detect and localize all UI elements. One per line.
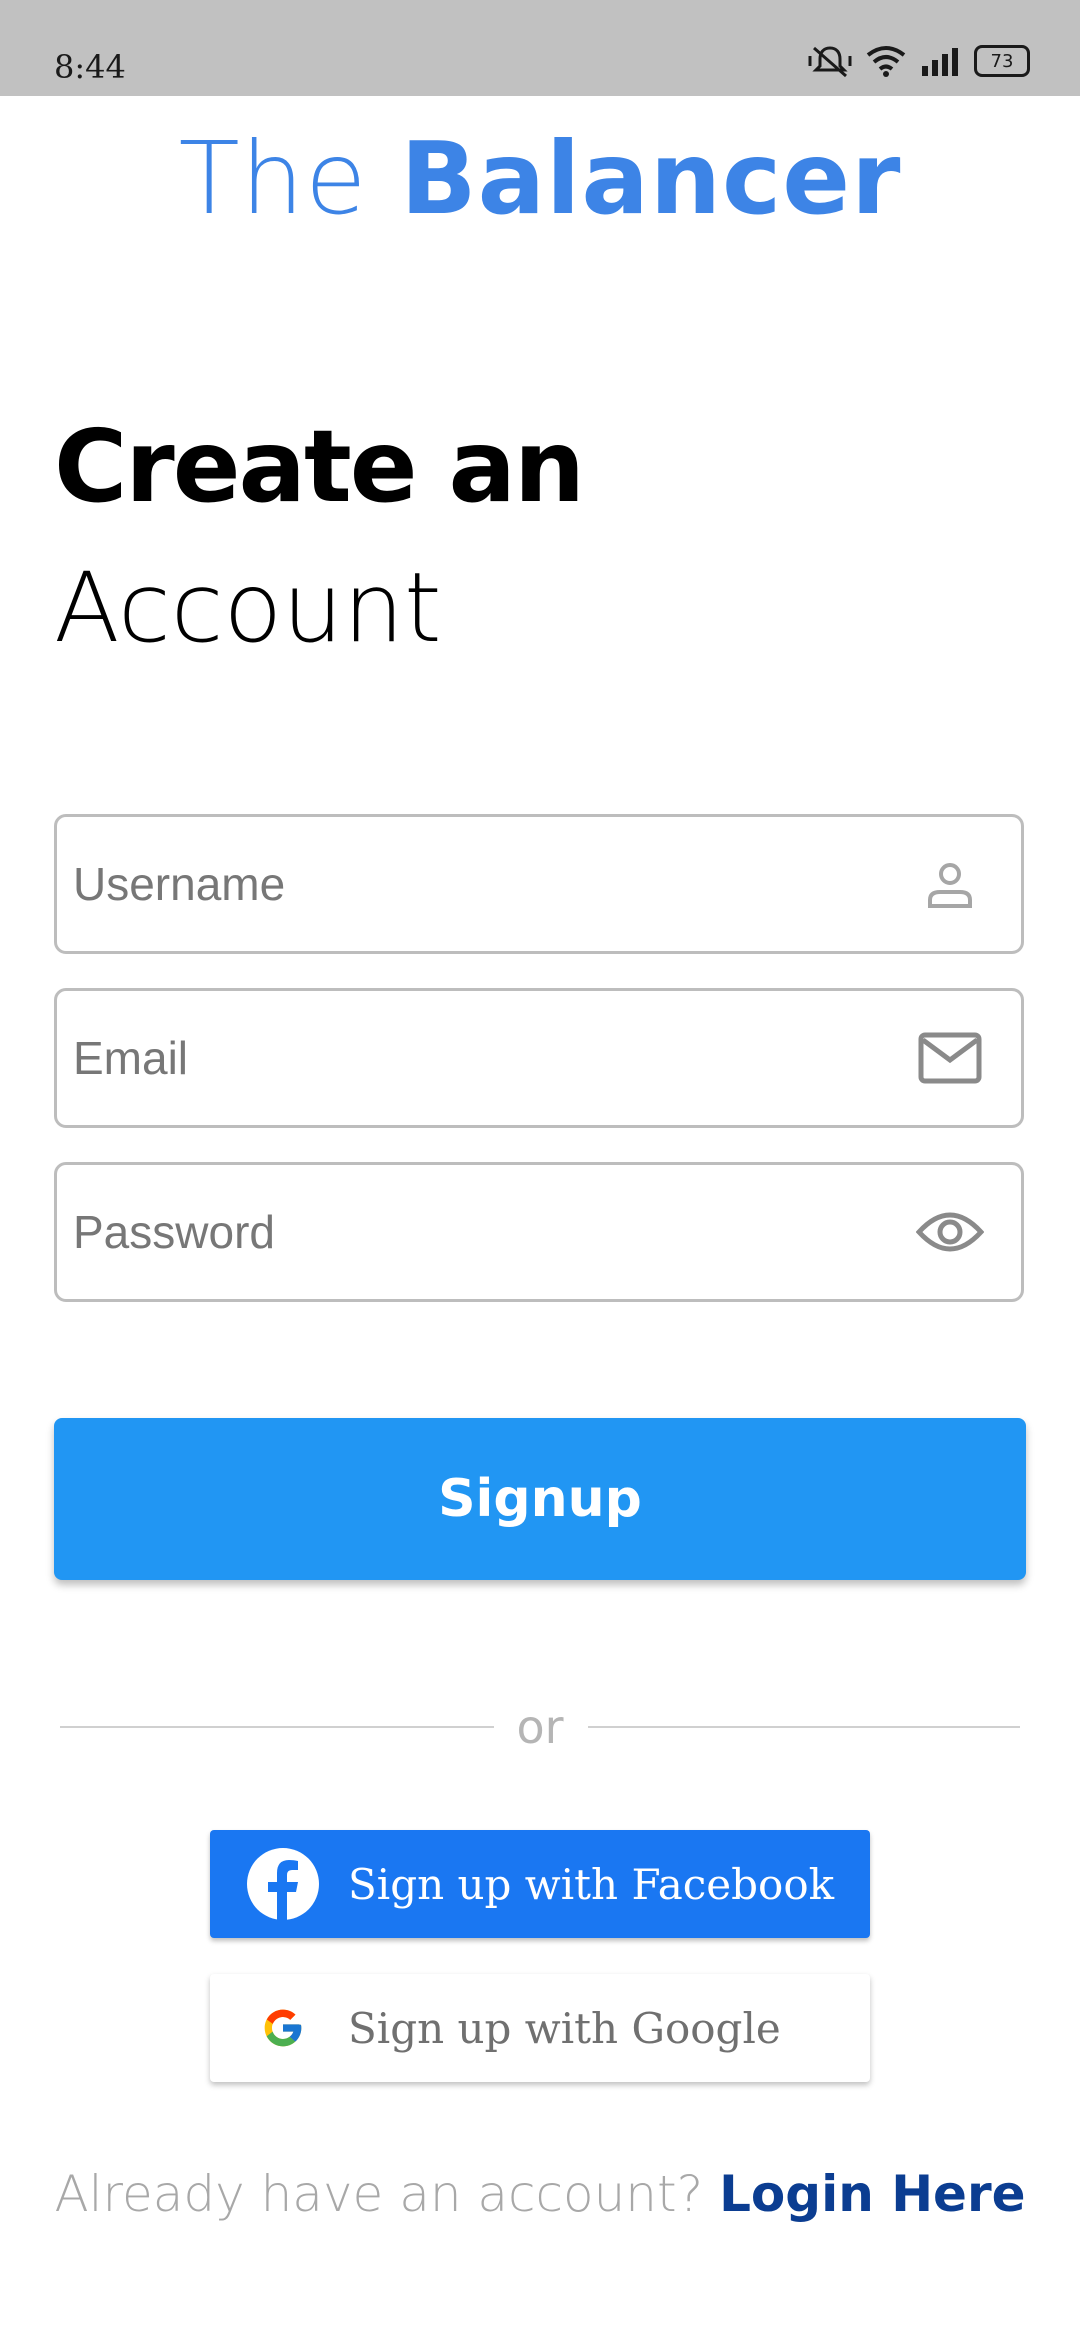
google-icon [228, 2006, 338, 2050]
username-field[interactable] [54, 814, 1024, 954]
facebook-signup-label: Sign up with Facebook [348, 1859, 835, 1909]
divider-right [588, 1726, 1020, 1728]
google-signup-button[interactable]: Sign up with Google [210, 1974, 870, 2082]
app-title-bold: Balancer [400, 120, 902, 237]
email-field[interactable] [54, 988, 1024, 1128]
password-input[interactable] [71, 1204, 915, 1260]
page-heading-line1: Create an [54, 408, 585, 525]
status-bar: 8:44 73 [0, 0, 1080, 96]
google-signup-label: Sign up with Google [348, 2003, 781, 2053]
email-input[interactable] [71, 1030, 915, 1086]
page-heading-line2: Account [54, 552, 442, 664]
login-prompt-row: Already have an account? Login Here [0, 2165, 1080, 2223]
mute-bell-icon [808, 44, 852, 78]
facebook-icon [228, 1847, 338, 1921]
login-prompt-text: Already have an account? [54, 2165, 704, 2223]
status-icons: 73 [808, 44, 1030, 78]
wifi-icon [866, 45, 906, 77]
battery-icon: 73 [974, 45, 1030, 77]
login-link[interactable]: Login Here [719, 2165, 1025, 2223]
eye-icon[interactable] [915, 1197, 985, 1267]
person-icon [915, 849, 985, 919]
signup-button[interactable]: Signup [54, 1418, 1026, 1580]
or-separator: or [516, 1700, 564, 1754]
username-input[interactable] [71, 856, 915, 912]
app-title: The Balancer [0, 120, 1080, 237]
signal-icon [920, 46, 960, 76]
app-title-light: The [178, 120, 368, 237]
divider-left [60, 1726, 494, 1728]
facebook-signup-button[interactable]: Sign up with Facebook [210, 1830, 870, 1938]
mail-icon [915, 1023, 985, 1093]
status-time: 8:44 [54, 48, 126, 86]
password-field[interactable] [54, 1162, 1024, 1302]
